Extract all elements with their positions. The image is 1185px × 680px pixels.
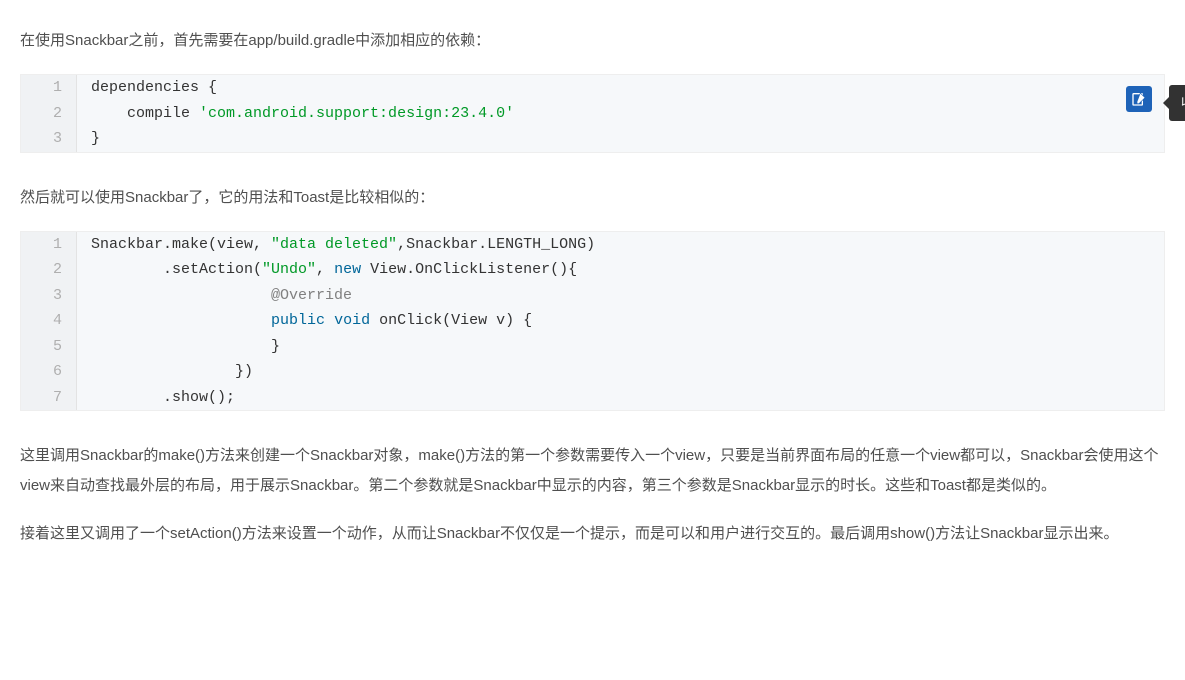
code-row: 5 }: [21, 334, 1164, 360]
code-line: }: [77, 126, 100, 152]
line-number: 6: [21, 359, 77, 385]
line-number: 2: [21, 101, 77, 127]
line-number: 3: [21, 126, 77, 152]
code-row: 1dependencies {: [21, 75, 1164, 101]
code-block-dependencies: 收藏到代码笔记 1dependencies {2 compile 'com.an…: [20, 74, 1165, 153]
code-row: 1Snackbar.make(view, "data deleted",Snac…: [21, 232, 1164, 258]
code-row: 3}: [21, 126, 1164, 152]
line-number: 2: [21, 257, 77, 283]
code-line: }): [77, 359, 253, 385]
code-line: @Override: [77, 283, 352, 309]
code-row: 7 .show();: [21, 385, 1164, 411]
code-line: .setAction("Undo", new View.OnClickListe…: [77, 257, 577, 283]
code-line: public void onClick(View v) {: [77, 308, 532, 334]
line-number: 1: [21, 75, 77, 101]
code-row: 2 compile 'com.android.support:design:23…: [21, 101, 1164, 127]
line-number: 4: [21, 308, 77, 334]
code-row: 4 public void onClick(View v) {: [21, 308, 1164, 334]
bookmark-tooltip: 收藏到代码笔记: [1169, 85, 1185, 121]
code-row: 3 @Override: [21, 283, 1164, 309]
code-line: Snackbar.make(view, "data deleted",Snack…: [77, 232, 595, 258]
line-number: 3: [21, 283, 77, 309]
explain-paragraph-2: 接着这里又调用了一个setAction()方法来设置一个动作，从而让Snackb…: [20, 519, 1165, 549]
intro-paragraph-1: 在使用Snackbar之前，首先需要在app/build.gradle中添加相应…: [20, 26, 1165, 56]
code-row: 6 }): [21, 359, 1164, 385]
intro-paragraph-2: 然后就可以使用Snackbar了，它的用法和Toast是比较相似的：: [20, 183, 1165, 213]
code-line: }: [77, 334, 280, 360]
code-block-snackbar: 1Snackbar.make(view, "data deleted",Snac…: [20, 231, 1165, 412]
bookmark-edit-icon: [1131, 91, 1147, 107]
code-row: 2 .setAction("Undo", new View.OnClickLis…: [21, 257, 1164, 283]
code-line: dependencies {: [77, 75, 217, 101]
code-line: .show();: [77, 385, 235, 411]
line-number: 7: [21, 385, 77, 411]
line-number: 1: [21, 232, 77, 258]
explain-paragraph-1: 这里调用Snackbar的make()方法来创建一个Snackbar对象，mak…: [20, 441, 1165, 501]
code-line: compile 'com.android.support:design:23.4…: [77, 101, 514, 127]
bookmark-button[interactable]: [1126, 86, 1152, 112]
line-number: 5: [21, 334, 77, 360]
